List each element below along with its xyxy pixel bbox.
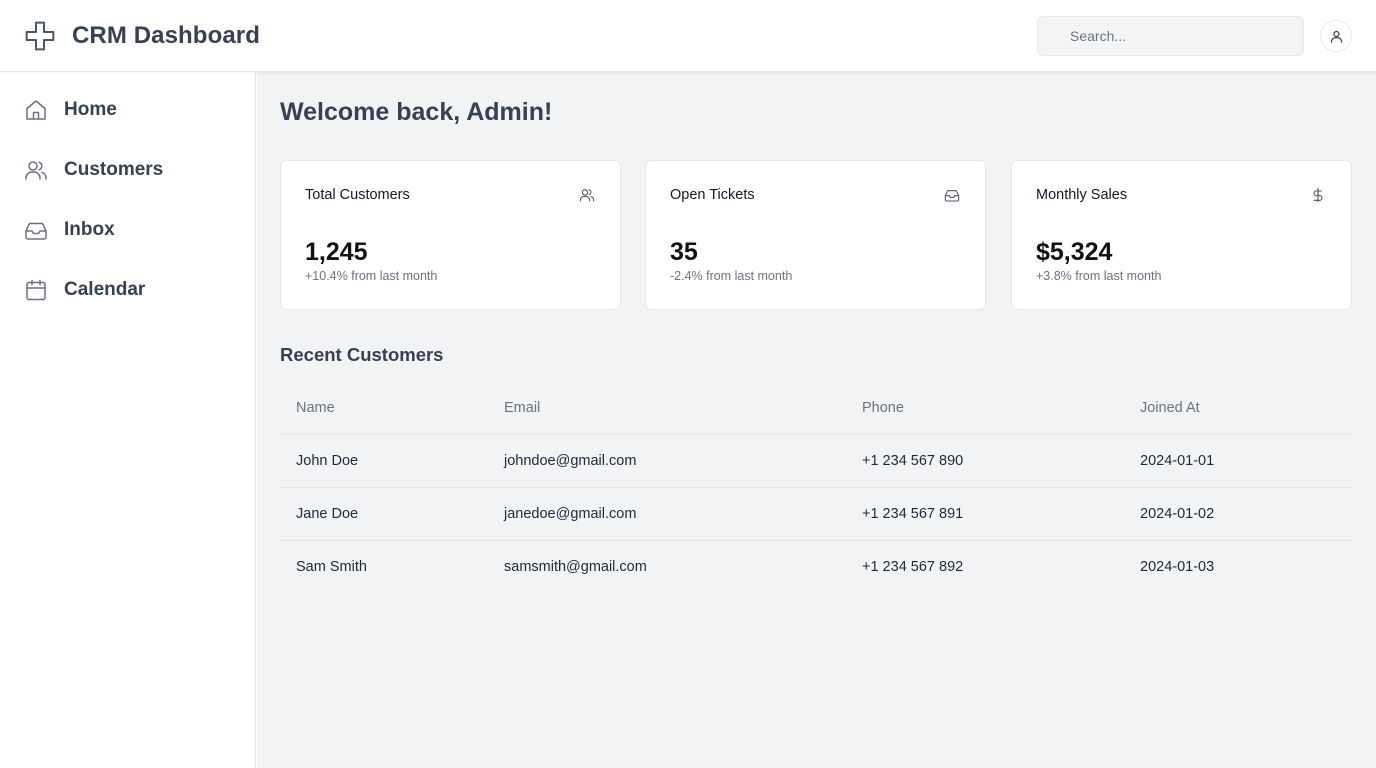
recent-customers-table: Name Email Phone Joined At John Doe john… bbox=[280, 382, 1352, 594]
stat-card-open-tickets: Open Tickets 35 -2.4% from last month bbox=[645, 160, 986, 310]
sidebar-item-label: Customers bbox=[64, 159, 164, 180]
cell-name: John Doe bbox=[296, 453, 359, 469]
cell-name: Sam Smith bbox=[296, 559, 367, 575]
card-subtitle: -2.4% from last month bbox=[670, 269, 793, 283]
cell-phone: +1 234 567 892 bbox=[862, 559, 964, 575]
sidebar-item-label: Calendar bbox=[64, 279, 146, 300]
sidebar-item-inbox[interactable]: Inbox bbox=[24, 212, 234, 248]
card-title: Open Tickets bbox=[670, 187, 755, 203]
sidebar-item-customers[interactable]: Customers bbox=[24, 152, 234, 188]
inbox-icon bbox=[25, 222, 47, 240]
cell-joined-at: 2024-01-02 bbox=[1140, 506, 1215, 522]
cell-phone: +1 234 567 891 bbox=[862, 506, 964, 522]
stat-card-total-customers: Total Customers 1,245 +10.4% from last m… bbox=[280, 160, 621, 310]
users-icon bbox=[25, 161, 47, 180]
search-box[interactable] bbox=[1037, 16, 1304, 56]
user-menu-button[interactable] bbox=[1320, 20, 1352, 52]
cell-name: Jane Doe bbox=[296, 506, 359, 522]
column-header-name[interactable]: Name bbox=[296, 382, 335, 435]
cell-email: janedoe@gmail.com bbox=[504, 506, 637, 522]
stat-card-monthly-sales: Monthly Sales $5,324 +3.8% from last mon… bbox=[1011, 160, 1352, 310]
app-title: CRM Dashboard bbox=[72, 22, 260, 49]
calendar-icon bbox=[26, 279, 46, 301]
dollar-icon bbox=[1313, 187, 1323, 203]
page-title: Welcome back, Admin! bbox=[280, 98, 553, 126]
column-header-email[interactable]: Email bbox=[504, 382, 540, 435]
sidebar-item-home[interactable]: Home bbox=[24, 92, 234, 128]
card-title: Total Customers bbox=[305, 187, 410, 203]
card-subtitle: +10.4% from last month bbox=[305, 269, 438, 283]
plus-icon bbox=[25, 21, 55, 51]
section-title: Recent Customers bbox=[280, 344, 444, 365]
sidebar: Home Customers Inbox Calendar bbox=[0, 72, 256, 768]
top-header: CRM Dashboard bbox=[0, 0, 1376, 72]
card-value: 35 bbox=[670, 238, 698, 266]
sidebar-item-label: Home bbox=[64, 99, 117, 120]
column-header-phone[interactable]: Phone bbox=[862, 382, 904, 435]
cell-phone: +1 234 567 890 bbox=[862, 453, 964, 469]
card-title: Monthly Sales bbox=[1036, 187, 1128, 203]
sidebar-item-label: Inbox bbox=[64, 219, 115, 240]
cell-email: samsmith@gmail.com bbox=[504, 559, 647, 575]
users-icon bbox=[579, 189, 595, 202]
sidebar-item-calendar[interactable]: Calendar bbox=[24, 272, 234, 308]
table-row[interactable]: John Doe johndoe@gmail.com +1 234 567 89… bbox=[280, 435, 1352, 488]
inbox-icon bbox=[944, 190, 960, 202]
table-row[interactable]: Jane Doe janedoe@gmail.com +1 234 567 89… bbox=[280, 488, 1352, 541]
table-header-row: Name Email Phone Joined At bbox=[280, 382, 1352, 435]
card-value: $5,324 bbox=[1036, 238, 1113, 266]
main-content: Welcome back, Admin! Total Customers 1,2… bbox=[257, 72, 1376, 768]
table-row[interactable]: Sam Smith samsmith@gmail.com +1 234 567 … bbox=[280, 541, 1352, 594]
card-value: 1,245 bbox=[305, 238, 368, 266]
card-subtitle: +3.8% from last month bbox=[1036, 269, 1162, 283]
search-input[interactable] bbox=[1038, 17, 1303, 55]
user-icon bbox=[1330, 30, 1342, 43]
cell-email: johndoe@gmail.com bbox=[504, 453, 637, 469]
home-icon bbox=[26, 100, 46, 120]
column-header-joined-at[interactable]: Joined At bbox=[1140, 382, 1200, 435]
cell-joined-at: 2024-01-03 bbox=[1140, 559, 1215, 575]
cell-joined-at: 2024-01-01 bbox=[1140, 453, 1215, 469]
